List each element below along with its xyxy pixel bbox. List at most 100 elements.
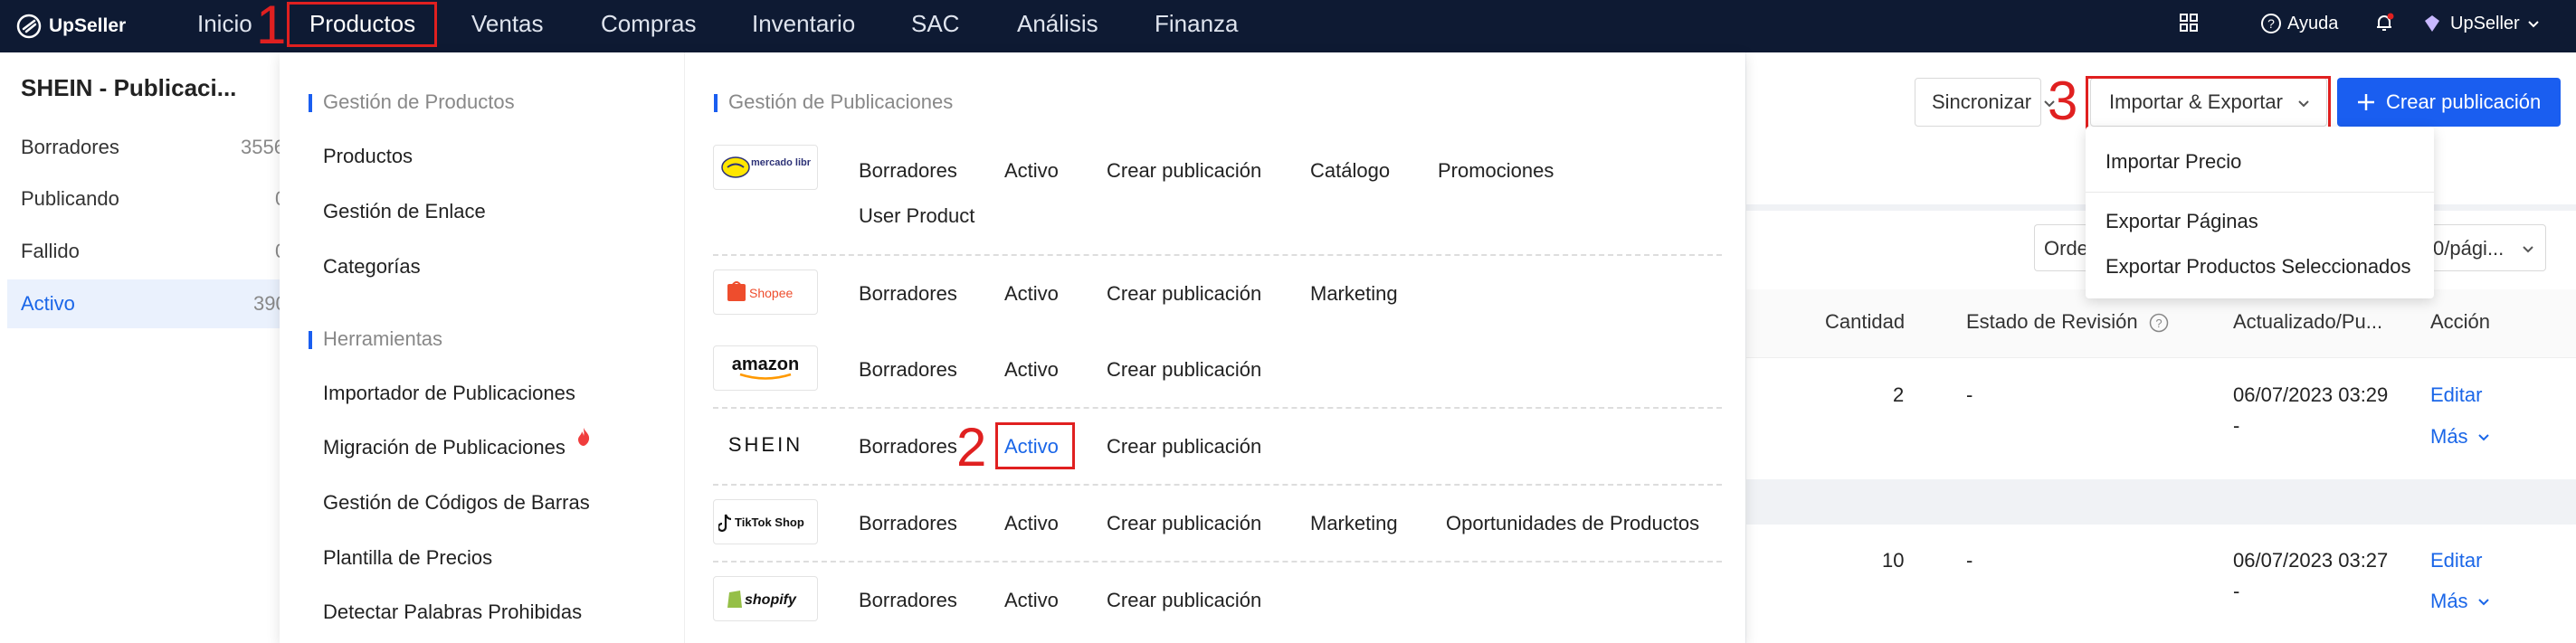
help-label: Ayuda — [2287, 13, 2339, 33]
chevron-down-icon — [2527, 21, 2539, 28]
sync-button[interactable]: Sincronizar — [1915, 78, 2041, 127]
ml-crear-link[interactable]: Crear publicación — [1107, 159, 1261, 183]
ml-borradores-link[interactable]: Borradores — [859, 159, 957, 183]
ml-activo-link[interactable]: Activo — [1004, 159, 1059, 183]
tiktok-crear-link[interactable]: Crear publicación — [1107, 512, 1261, 535]
shopify-crear-link[interactable]: Crear publicación — [1107, 589, 1261, 612]
user-avatar-icon — [2425, 15, 2439, 32]
sidebar-item-publicando[interactable]: Publicando 0 — [7, 175, 286, 223]
edit-link[interactable]: Editar — [2430, 383, 2482, 407]
nav-inventario[interactable]: Inventario — [752, 0, 855, 52]
shopee-logo: Shopee — [713, 269, 818, 315]
cell-updated: 06/07/2023 03:27 — [2233, 549, 2389, 572]
shein-crear-link[interactable]: Crear publicación — [1107, 435, 1261, 459]
section-title-gestion-publicaciones: Gestión de Publicaciones — [714, 90, 953, 114]
create-listing-button[interactable]: Crear publicación — [2337, 78, 2562, 127]
page-size-select[interactable]: 0/pági... — [2425, 224, 2546, 271]
menu-item-importar-precio[interactable]: Importar Precio — [2105, 150, 2241, 174]
step2-number: 2 — [956, 417, 987, 478]
sort-order-select[interactable]: Orde — [2034, 224, 2088, 271]
mercadolibre-logo-icon: mercado libre — [721, 156, 811, 178]
amazon-logo: amazon — [713, 345, 818, 391]
tiktok-oportunidades-link[interactable]: Oportunidades de Productos — [1446, 512, 1699, 535]
shein-borradores-link[interactable]: Borradores — [859, 435, 957, 459]
help-icon: ? — [2261, 14, 2281, 33]
user-menu[interactable]: UpSeller — [2421, 0, 2540, 47]
svg-text:?: ? — [2155, 317, 2162, 330]
row-divider — [713, 407, 1722, 409]
sidebar-item-activo[interactable]: Activo 390 — [7, 279, 287, 328]
ml-promociones-link[interactable]: Promociones — [1438, 159, 1554, 183]
chevron-down-icon — [2477, 599, 2489, 606]
shopify-activo-link[interactable]: Activo — [1004, 589, 1059, 612]
shopify-borradores-link[interactable]: Borradores — [859, 589, 957, 612]
create-listing-label: Crear publicación — [2386, 90, 2542, 113]
menu-link-migracion[interactable]: Migración de Publicaciones — [323, 436, 566, 459]
menu-link-gestion-enlace[interactable]: Gestión de Enlace — [323, 200, 486, 223]
svg-text:mercado libre: mercado libre — [751, 157, 811, 168]
nav-compras[interactable]: Compras — [601, 0, 696, 52]
nav-sac[interactable]: SAC — [911, 0, 959, 52]
chevron-down-icon — [2523, 246, 2533, 253]
column-header-cantidad: Cantidad — [1825, 310, 1906, 333]
row-divider — [713, 561, 1722, 563]
svg-text:SHEIN: SHEIN — [728, 433, 803, 456]
plus-icon — [2358, 94, 2374, 110]
nav-inicio[interactable]: Inicio — [197, 0, 252, 52]
ml-catalogo-link[interactable]: Catálogo — [1310, 159, 1390, 183]
menu-item-exportar-seleccionados[interactable]: Exportar Productos Seleccionados — [2105, 255, 2411, 279]
svg-text:amazon: amazon — [732, 355, 799, 374]
nav-finanza[interactable]: Finanza — [1155, 0, 1239, 52]
sidebar-item-borradores[interactable]: Borradores 3556 — [7, 123, 285, 172]
cell-quantity: 10 — [1882, 549, 1905, 572]
menu-link-categorias[interactable]: Categorías — [323, 255, 421, 279]
edit-link[interactable]: Editar — [2430, 549, 2482, 572]
menu-link-palabras-prohibidas[interactable]: Detectar Palabras Prohibidas — [323, 600, 582, 624]
nav-ventas[interactable]: Ventas — [471, 0, 544, 52]
shopee-marketing-link[interactable]: Marketing — [1310, 282, 1398, 306]
upseller-logo[interactable]: UpSeller — [16, 11, 126, 42]
tiktok-borradores-link[interactable]: Borradores — [859, 512, 957, 535]
row-divider — [713, 484, 1722, 486]
menu-link-plantilla-precios[interactable]: Plantilla de Precios — [323, 546, 492, 570]
more-actions-link[interactable]: Más — [2430, 425, 2490, 449]
help-circle-icon[interactable]: ? — [2149, 313, 2169, 333]
amazon-activo-link[interactable]: Activo — [1004, 358, 1059, 382]
step1-highlight-box — [287, 2, 437, 47]
tiktok-marketing-link[interactable]: Marketing — [1310, 512, 1398, 535]
menu-item-exportar-paginas[interactable]: Exportar Páginas — [2105, 210, 2258, 233]
sidebar-item-label: Publicando — [21, 187, 119, 210]
sort-order-label: Orde — [2044, 237, 2088, 260]
cell-review-status: - — [1966, 549, 1973, 572]
tiktok-activo-link[interactable]: Activo — [1004, 512, 1059, 535]
row-divider — [713, 254, 1722, 256]
shopify-logo-icon: shopify — [727, 591, 797, 608]
shopee-activo-link[interactable]: Activo — [1004, 282, 1059, 306]
sidebar-item-fallido[interactable]: Fallido 0 — [7, 227, 286, 276]
shopee-crear-link[interactable]: Crear publicación — [1107, 282, 1261, 306]
mega-menu-left-column: Gestión de Productos Productos Gestión d… — [280, 52, 685, 643]
apps-grid-icon[interactable] — [2178, 12, 2200, 33]
more-actions-link[interactable]: Más — [2430, 590, 2490, 613]
more-label: Más — [2430, 590, 2468, 612]
shein-logo: SHEIN — [713, 422, 818, 468]
shopee-borradores-link[interactable]: Borradores — [859, 282, 957, 306]
svg-text:Shopee: Shopee — [749, 286, 793, 300]
help-button[interactable]: ? Ayuda — [2260, 0, 2338, 47]
menu-link-productos[interactable]: Productos — [323, 145, 413, 168]
menu-link-importador[interactable]: Importador de Publicaciones — [323, 382, 575, 405]
ml-user-product-link[interactable]: User Product — [859, 204, 974, 228]
amazon-borradores-link[interactable]: Borradores — [859, 358, 957, 382]
shein-logo-icon: SHEIN — [728, 433, 803, 456]
chevron-down-icon — [2477, 434, 2489, 441]
bell-icon[interactable] — [2373, 12, 2395, 33]
cell-updated-secondary: - — [2233, 414, 2240, 437]
nav-analisis[interactable]: Análisis — [1017, 0, 1098, 52]
menu-link-codigos-barras[interactable]: Gestión de Códigos de Barras — [323, 491, 590, 515]
brand-name: UpSeller — [49, 15, 127, 36]
column-header-estado-revision: Estado de Revisión ? — [1966, 310, 2169, 334]
dropdown-divider — [2086, 192, 2434, 193]
section-title-herramientas: Herramientas — [309, 327, 442, 351]
sidebar-item-label: Activo — [21, 292, 75, 315]
amazon-crear-link[interactable]: Crear publicación — [1107, 358, 1261, 382]
